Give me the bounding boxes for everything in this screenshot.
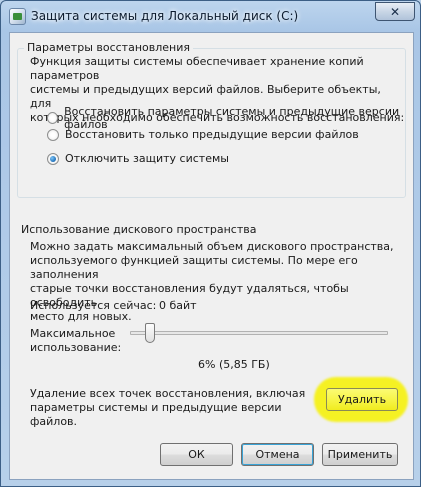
delete-button[interactable]: Удалить: [326, 388, 398, 411]
delete-description: Удаление всех точек восстановления, вклю…: [30, 387, 330, 429]
radio-disable-protection[interactable]: Отключить защиту системы: [47, 152, 229, 165]
radio-label[interactable]: Восстановить только предыдущие версии фа…: [65, 128, 359, 141]
radio-button-selected[interactable]: [47, 152, 59, 165]
delete-description-line: Удаление всех точек восстановления, вклю…: [30, 387, 306, 400]
apply-button[interactable]: Применить: [322, 443, 398, 466]
delete-description-line: параметры системы и предыдущие версии фа…: [30, 401, 282, 428]
radio-label[interactable]: Отключить защиту системы: [65, 152, 229, 165]
current-usage-value: 0 байт: [159, 299, 197, 312]
description-line: используемого функцией защиты системы. П…: [30, 254, 358, 281]
ok-button[interactable]: ОК: [160, 443, 233, 466]
restore-settings-legend: Параметры восстановления: [24, 41, 193, 54]
max-usage-label-line: использование:: [30, 341, 122, 354]
disk-usage-legend: Использование дискового пространства: [21, 223, 257, 236]
close-button[interactable]: ✕: [375, 2, 415, 21]
title-bar[interactable]: Защита системы для Локальный диск (C:) ✕: [1, 1, 421, 33]
max-usage-slider-track[interactable]: [130, 331, 388, 335]
dialog-content: Параметры восстановления Функция защиты …: [9, 32, 414, 480]
max-usage-label-line: Максимальное: [30, 327, 116, 340]
dialog-window: Защита системы для Локальный диск (C:) ✕…: [0, 0, 421, 487]
cancel-button[interactable]: Отмена: [241, 443, 314, 466]
current-usage-label: Используется сейчас:: [30, 299, 157, 312]
max-usage-label: Максимальное использование:: [30, 327, 121, 355]
slider-readout: 6% (5,85 ГБ): [198, 358, 270, 371]
radio-restore-files-only[interactable]: Восстановить только предыдущие версии фа…: [47, 128, 359, 141]
description-line: место для новых.: [30, 310, 132, 323]
radio-button[interactable]: [47, 112, 59, 124]
system-protection-icon: [9, 8, 26, 25]
description-line: Функция защиты системы обеспечивает хран…: [30, 55, 364, 82]
window-title: Защита системы для Локальный диск (C:): [31, 9, 299, 23]
description-line: Можно задать максимальный объем дисковог…: [30, 240, 394, 253]
radio-button[interactable]: [47, 128, 59, 141]
max-usage-slider-thumb[interactable]: [144, 323, 155, 343]
close-icon: ✕: [389, 4, 401, 19]
